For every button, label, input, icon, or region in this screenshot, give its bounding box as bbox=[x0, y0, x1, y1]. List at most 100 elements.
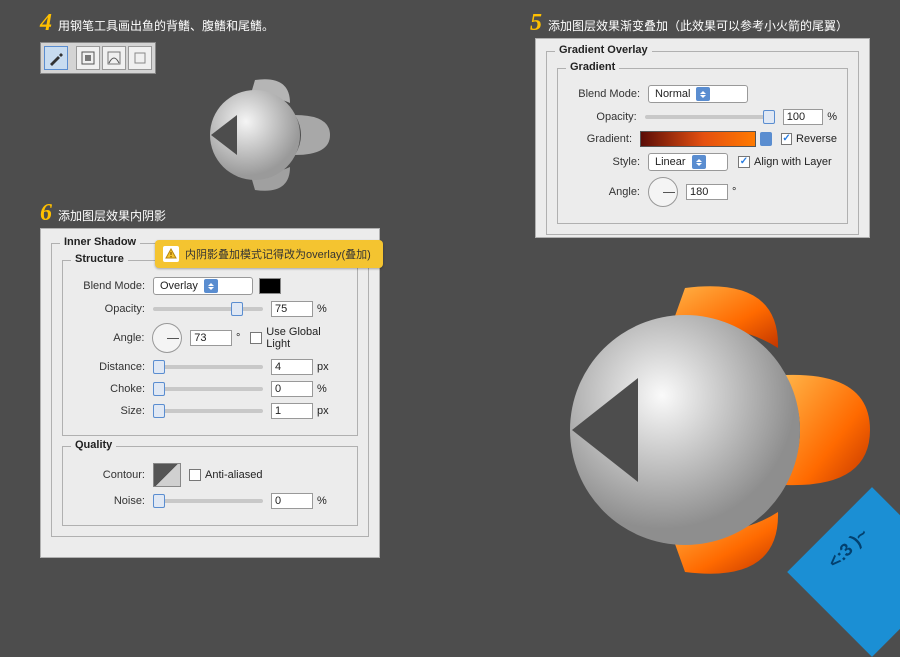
pen-tool-toolbar bbox=[40, 42, 156, 74]
go-style-label: Style: bbox=[568, 156, 640, 168]
choke-slider[interactable] bbox=[153, 387, 263, 391]
go-angle-row: Angle: 180 ° bbox=[568, 177, 837, 207]
distance-row: Distance: 4 px bbox=[73, 359, 347, 375]
distance-unit: px bbox=[317, 361, 329, 373]
shape-layers-button[interactable] bbox=[76, 46, 100, 70]
noise-slider[interactable] bbox=[153, 499, 263, 503]
go-style-value: Linear bbox=[655, 156, 686, 168]
step-6-text: 添加图层效果内阴影 bbox=[58, 207, 166, 224]
gradient-overlay-panel: Gradient Overlay Gradient Blend Mode: No… bbox=[535, 38, 870, 238]
angle-dial[interactable] bbox=[152, 323, 182, 353]
angle-unit: ° bbox=[236, 332, 240, 344]
noise-unit: % bbox=[317, 495, 327, 507]
blend-color-swatch[interactable] bbox=[259, 278, 281, 294]
contour-row: Contour: Anti-aliased bbox=[73, 463, 347, 487]
callout-tooltip: 内阴影叠加模式记得改为overlay(叠加) bbox=[155, 240, 383, 268]
choke-row: Choke: 0 % bbox=[73, 381, 347, 397]
chevron-updown-icon bbox=[204, 279, 218, 293]
inner-shadow-fieldset: Inner Shadow Structure Blend Mode: Overl… bbox=[51, 243, 369, 537]
go-opacity-label: Opacity: bbox=[568, 111, 637, 123]
go-gradient-label: Gradient: bbox=[568, 133, 632, 145]
angle-input[interactable]: 73 bbox=[190, 330, 232, 346]
anti-aliased-label: Anti-aliased bbox=[205, 469, 262, 481]
opacity-slider[interactable] bbox=[153, 307, 263, 311]
size-label: Size: bbox=[73, 405, 145, 417]
reverse-label: Reverse bbox=[796, 133, 837, 145]
gradient-picker[interactable] bbox=[640, 131, 756, 147]
opacity-label: Opacity: bbox=[73, 303, 145, 315]
step-4-header: 4 用钢笔工具画出鱼的背鳍、腹鳍和尾鳍。 bbox=[40, 10, 274, 37]
opacity-input[interactable]: 75 bbox=[271, 301, 313, 317]
go-blend-mode-row: Blend Mode: Normal bbox=[568, 85, 837, 103]
choke-unit: % bbox=[317, 383, 327, 395]
blend-mode-row: Blend Mode: Overlay bbox=[73, 277, 347, 295]
contour-label: Contour: bbox=[73, 469, 145, 481]
go-opacity-row: Opacity: 100 % bbox=[568, 109, 837, 125]
choke-input[interactable]: 0 bbox=[271, 381, 313, 397]
go-opacity-unit: % bbox=[827, 111, 837, 123]
contour-picker[interactable] bbox=[153, 463, 181, 487]
go-angle-unit: ° bbox=[732, 186, 736, 198]
fish-grey-illustration-small bbox=[195, 75, 335, 198]
go-style-select[interactable]: Linear bbox=[648, 153, 728, 171]
step-4-number: 4 bbox=[40, 10, 52, 37]
choke-label: Choke: bbox=[73, 383, 145, 395]
go-style-row: Style: Linear Align with Layer bbox=[568, 153, 837, 171]
gradient-group-fieldset: Gradient Blend Mode: Normal Opacity: 100… bbox=[557, 68, 848, 224]
blend-mode-select[interactable]: Overlay bbox=[153, 277, 253, 295]
step-5-text: 添加图层效果渐变叠加（此效果可以参考小火箭的尾翼） bbox=[548, 17, 848, 34]
distance-input[interactable]: 4 bbox=[271, 359, 313, 375]
anti-aliased-checkbox[interactable] bbox=[189, 469, 201, 481]
step-5-header: 5 添加图层效果渐变叠加（此效果可以参考小火箭的尾翼） bbox=[530, 10, 848, 37]
use-global-light-checkbox[interactable] bbox=[250, 332, 262, 344]
go-gradient-row: Gradient: Reverse bbox=[568, 131, 837, 147]
step-6-header: 6 添加图层效果内阴影 bbox=[40, 200, 166, 227]
inner-shadow-panel: Inner Shadow Structure Blend Mode: Overl… bbox=[40, 228, 380, 558]
inner-shadow-title: Inner Shadow bbox=[60, 236, 140, 248]
step-5-number: 5 bbox=[530, 10, 542, 37]
blend-mode-value: Overlay bbox=[160, 280, 198, 292]
go-angle-input[interactable]: 180 bbox=[686, 184, 728, 200]
angle-label: Angle: bbox=[73, 332, 144, 344]
pen-tool-button[interactable] bbox=[44, 46, 68, 70]
noise-input[interactable]: 0 bbox=[271, 493, 313, 509]
chevron-down-icon[interactable] bbox=[760, 132, 772, 146]
structure-fieldset: Structure Blend Mode: Overlay Opacity: 7… bbox=[62, 260, 358, 436]
blend-mode-label: Blend Mode: bbox=[73, 280, 145, 292]
fill-pixels-button[interactable] bbox=[128, 46, 152, 70]
quality-fieldset: Quality Contour: Anti-aliased Noise: 0 % bbox=[62, 446, 358, 526]
go-angle-label: Angle: bbox=[568, 186, 640, 198]
gradient-legend: Gradient bbox=[566, 61, 619, 73]
size-input[interactable]: 1 bbox=[271, 403, 313, 419]
distance-slider[interactable] bbox=[153, 365, 263, 369]
corner-text: <:3 )~ bbox=[824, 524, 873, 573]
step-6-number: 6 bbox=[40, 200, 52, 227]
callout-text: 内阴影叠加模式记得改为overlay(叠加) bbox=[185, 246, 371, 262]
go-blend-mode-label: Blend Mode: bbox=[568, 88, 640, 100]
structure-legend: Structure bbox=[71, 253, 128, 265]
go-opacity-slider[interactable] bbox=[645, 115, 775, 119]
gradient-overlay-title: Gradient Overlay bbox=[555, 44, 652, 56]
opacity-row: Opacity: 75 % bbox=[73, 301, 347, 317]
noise-row: Noise: 0 % bbox=[73, 493, 347, 509]
chevron-updown-icon bbox=[692, 155, 706, 169]
gradient-overlay-fieldset: Gradient Overlay Gradient Blend Mode: No… bbox=[546, 51, 859, 235]
opacity-unit: % bbox=[317, 303, 327, 315]
align-layer-label: Align with Layer bbox=[754, 156, 832, 168]
reverse-checkbox[interactable] bbox=[781, 133, 792, 145]
step-4-text: 用钢笔工具画出鱼的背鳍、腹鳍和尾鳍。 bbox=[58, 17, 274, 34]
go-blend-mode-select[interactable]: Normal bbox=[648, 85, 748, 103]
paths-button[interactable] bbox=[102, 46, 126, 70]
use-global-light-label: Use Global Light bbox=[266, 326, 347, 350]
go-blend-mode-value: Normal bbox=[655, 88, 690, 100]
noise-label: Noise: bbox=[73, 495, 145, 507]
size-unit: px bbox=[317, 405, 329, 417]
go-opacity-input[interactable]: 100 bbox=[783, 109, 823, 125]
size-slider[interactable] bbox=[153, 409, 263, 413]
quality-legend: Quality bbox=[71, 439, 116, 451]
angle-row: Angle: 73 ° Use Global Light bbox=[73, 323, 347, 353]
distance-label: Distance: bbox=[73, 361, 145, 373]
align-layer-checkbox[interactable] bbox=[738, 156, 750, 168]
go-angle-dial[interactable] bbox=[648, 177, 678, 207]
chevron-updown-icon bbox=[696, 87, 710, 101]
